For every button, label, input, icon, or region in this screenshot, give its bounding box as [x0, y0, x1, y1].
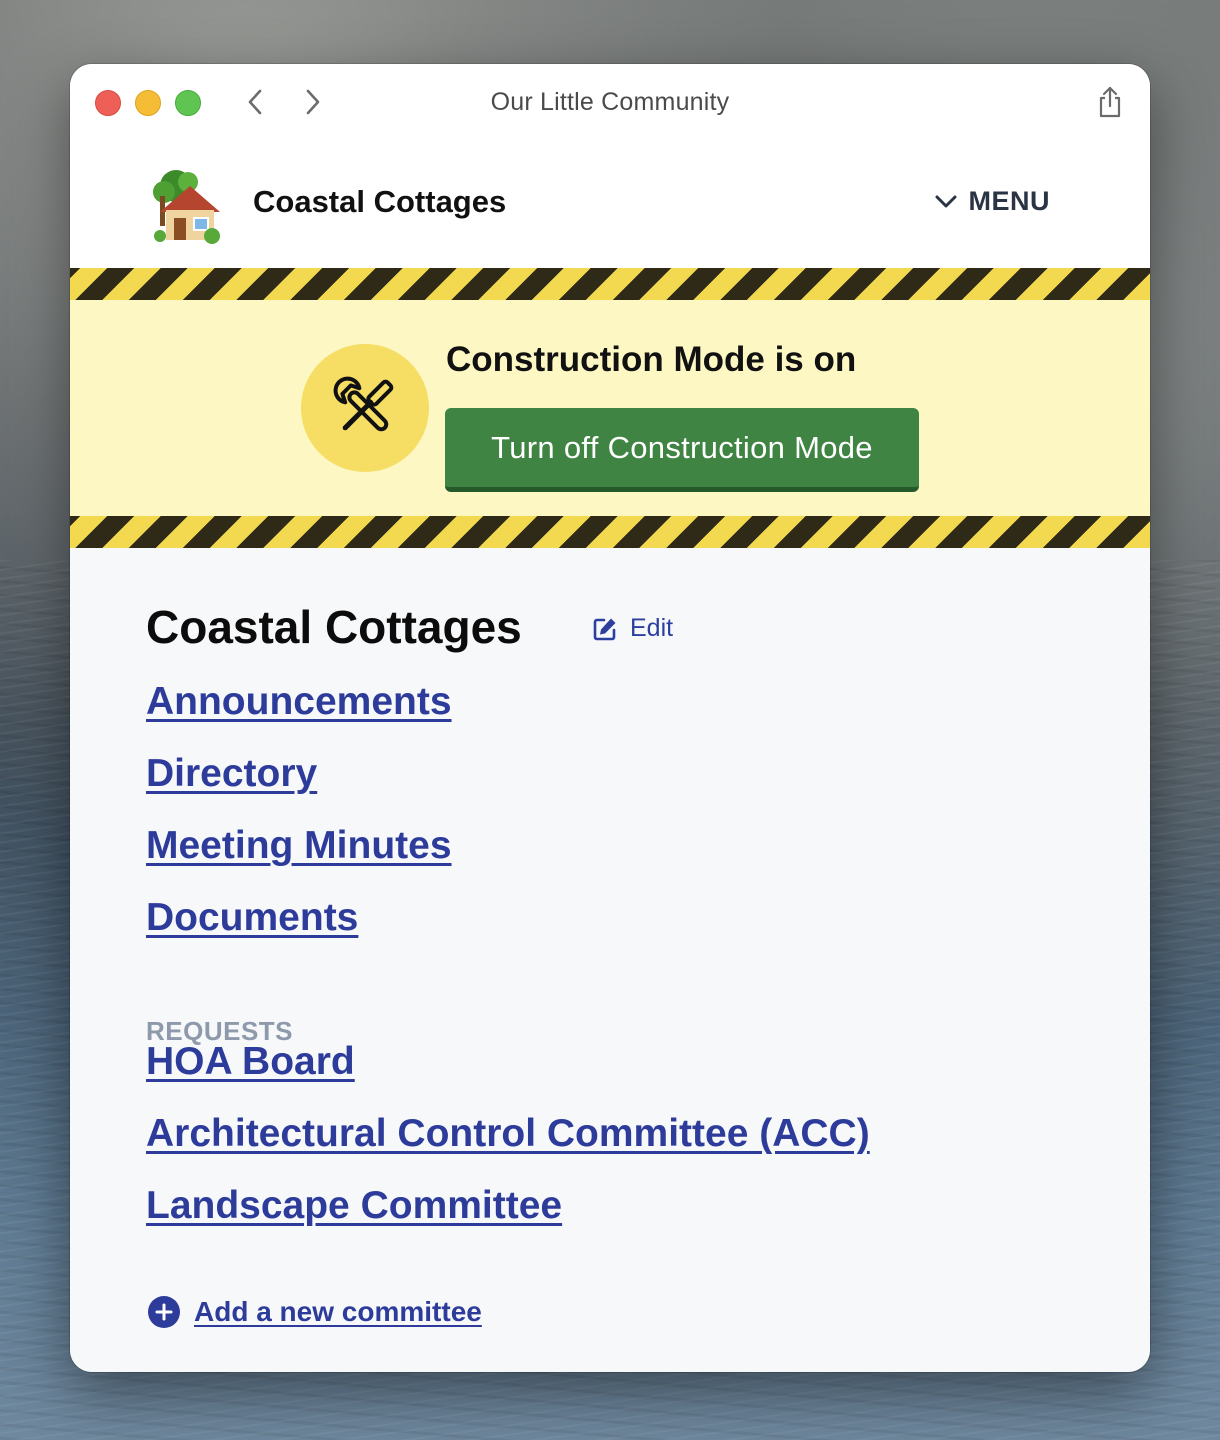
site-name[interactable]: Coastal Cottages: [253, 184, 506, 220]
share-button[interactable]: [1092, 84, 1128, 120]
construction-mode-banner: Construction Mode is on Turn off Constru…: [70, 268, 1150, 548]
add-committee-button[interactable]: Add a new committee: [148, 1296, 482, 1328]
title-bar: Our Little Community: [70, 64, 1150, 142]
browser-window: Our Little Community Coastal Cottages ME…: [70, 64, 1150, 1372]
plus-circle-icon: [148, 1296, 180, 1328]
chevron-down-icon: [935, 195, 956, 207]
window-title: Our Little Community: [490, 88, 730, 116]
menu-label: MENU: [968, 186, 1050, 216]
hazard-stripe-top: [70, 268, 1150, 300]
menu-button[interactable]: MENU: [935, 186, 1051, 217]
add-committee-label: Add a new committee: [194, 1296, 482, 1327]
turn-off-construction-mode-button[interactable]: Turn off Construction Mode: [445, 408, 919, 492]
link-directory[interactable]: Directory: [146, 752, 317, 796]
house-with-garden-icon[interactable]: [146, 166, 226, 246]
link-hoa-board[interactable]: HOA Board: [146, 1040, 355, 1084]
link-landscape-committee[interactable]: Landscape Committee: [146, 1184, 562, 1228]
edit-button[interactable]: Edit: [592, 614, 673, 643]
construction-mode-title: Construction Mode is on: [446, 340, 857, 379]
edit-label: Edit: [630, 614, 674, 642]
link-meeting-minutes[interactable]: Meeting Minutes: [146, 824, 452, 868]
link-documents[interactable]: Documents: [146, 896, 358, 940]
main-content: Coastal Cottages Edit Announcements Dire…: [70, 548, 1150, 1372]
link-announcements[interactable]: Announcements: [146, 680, 452, 724]
page-title: Coastal Cottages: [146, 601, 522, 653]
link-acc[interactable]: Architectural Control Committee (ACC): [146, 1112, 870, 1156]
edit-icon: [593, 618, 616, 640]
tools-icon: [301, 344, 429, 472]
site-header: Coastal Cottages MENU: [70, 142, 1150, 268]
share-icon: [1099, 86, 1121, 118]
hazard-stripe-bottom: [70, 516, 1150, 548]
